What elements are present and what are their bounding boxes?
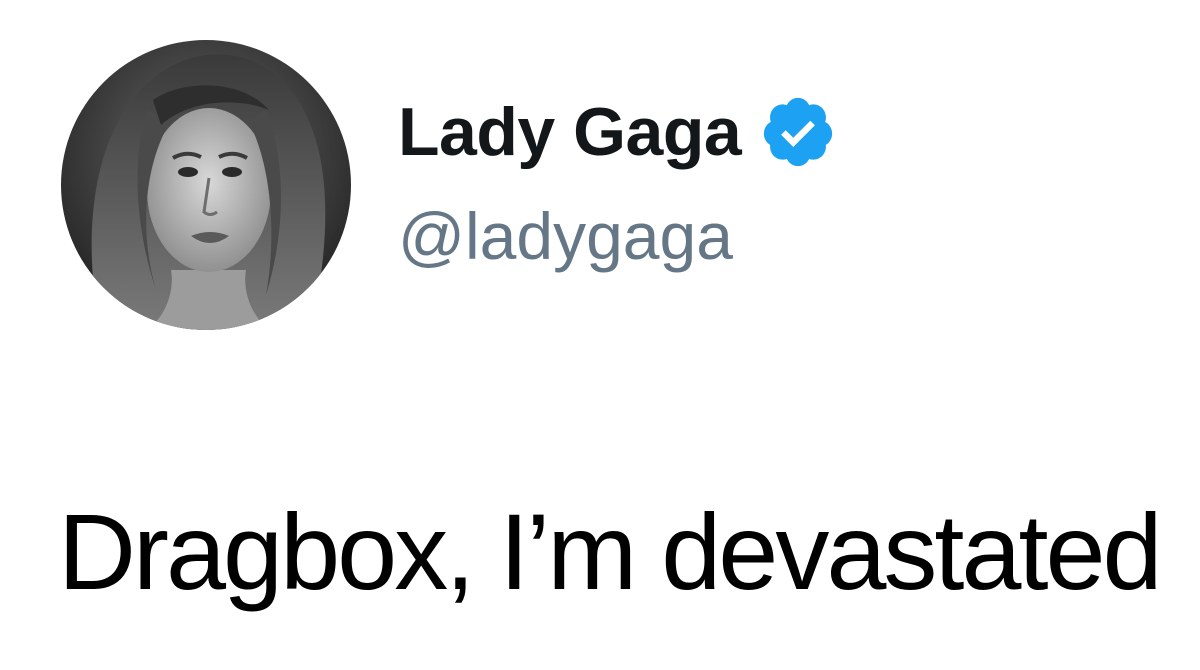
display-name-row: Lady Gaga (398, 92, 837, 172)
tweet-card: Lady Gaga @ladygaga Dragbox, I’m devasta… (0, 0, 1200, 670)
avatar-photo (61, 40, 351, 330)
tweet-text: Dragbox, I’m devastated (58, 491, 1163, 612)
verified-badge-icon (764, 97, 833, 167)
user-handle[interactable]: @ladygaga (398, 198, 733, 274)
profile-avatar[interactable] (61, 40, 351, 330)
display-name[interactable]: Lady Gaga (398, 92, 742, 172)
